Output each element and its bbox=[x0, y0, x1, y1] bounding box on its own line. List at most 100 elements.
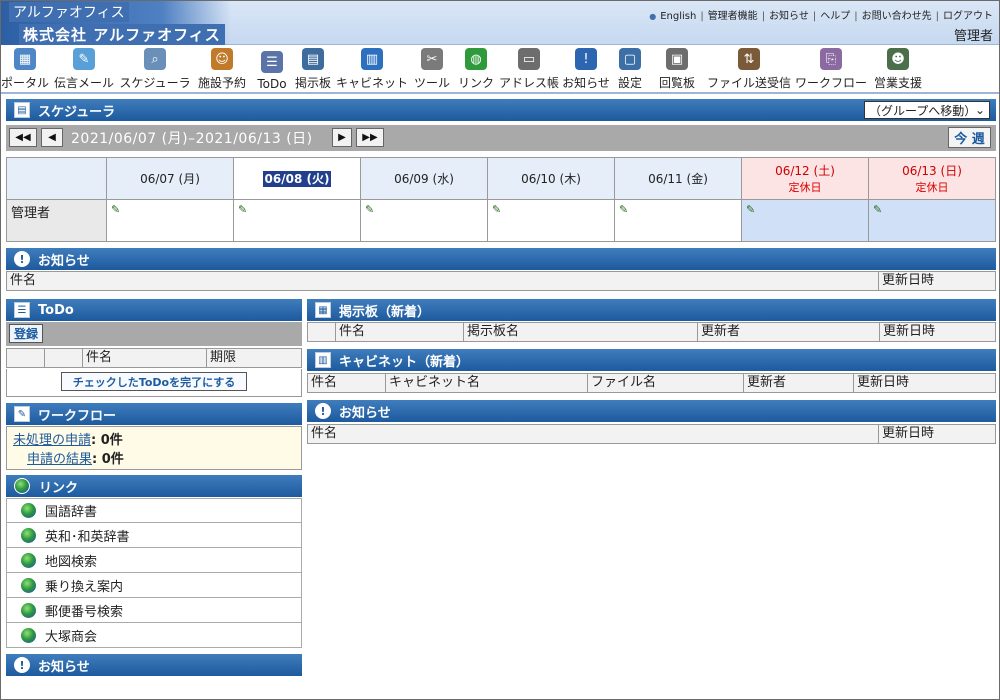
toolbar-item[interactable]: ▥ キャビネット bbox=[335, 46, 409, 94]
pencil-icon[interactable]: ✎ bbox=[619, 203, 631, 216]
group-select[interactable]: （グループへ移動） ⌄ bbox=[864, 101, 990, 119]
toolbar-item[interactable]: ▣ 回覧板 bbox=[649, 46, 705, 94]
next-week-button[interactable]: ▶▶ bbox=[356, 128, 384, 147]
day-date: 06/09 (水) bbox=[394, 172, 454, 186]
link-english[interactable]: English bbox=[660, 11, 696, 22]
globe-icon bbox=[21, 527, 36, 543]
day-header[interactable]: 06/07 (月) bbox=[106, 157, 234, 200]
memo-pen-icon: ✎ bbox=[73, 48, 95, 70]
toolbar-item[interactable]: ▤ 掲示板 bbox=[291, 46, 335, 94]
link-item[interactable]: 地図検索 bbox=[6, 548, 302, 573]
company-name: 株式会社 アルファオフィス bbox=[19, 24, 225, 45]
notice-bottom-header: ! お知らせ bbox=[6, 654, 302, 676]
board-header: ▦ 掲示板（新着） bbox=[307, 299, 996, 321]
todo-header: ☰ ToDo bbox=[6, 299, 302, 321]
scheduler-header: ▤ スケジューラ bbox=[6, 99, 996, 121]
schedule-cell[interactable]: ✎ bbox=[741, 199, 869, 242]
toolbar-item[interactable]: ⇅ ファイル送受信 bbox=[705, 46, 793, 94]
schedule-corner bbox=[6, 157, 107, 200]
toolbar-item[interactable]: ◍ リンク bbox=[455, 46, 497, 94]
toolbar-item-label: 設定 bbox=[617, 76, 642, 90]
board-icon: ▤ bbox=[302, 48, 324, 70]
toolbar-item-label: 掲示板 bbox=[294, 76, 331, 90]
link-item[interactable]: 郵便番号検索 bbox=[6, 598, 302, 623]
link-item[interactable]: 乗り換え案内 bbox=[6, 573, 302, 598]
schedule-cell[interactable]: ✎ bbox=[360, 199, 488, 242]
toolbar-item[interactable]: ⎘ ワークフロー bbox=[793, 46, 869, 94]
result-count: : 0件 bbox=[92, 452, 124, 467]
day-header[interactable]: 06/11 (金) bbox=[614, 157, 742, 200]
globe-icon: ◍ bbox=[465, 48, 487, 70]
link-item-label: 大塚商会 bbox=[45, 629, 98, 645]
day-header[interactable]: 06/10 (木) bbox=[487, 157, 615, 200]
notice-right-title: お知らせ bbox=[339, 405, 391, 421]
prev-week-button[interactable]: ◀◀ bbox=[9, 128, 37, 147]
day-header[interactable]: 06/12 (土) 定休日 bbox=[741, 157, 869, 200]
pencil-icon[interactable]: ✎ bbox=[365, 203, 377, 216]
link-item[interactable]: 大塚商会 bbox=[6, 623, 302, 648]
col-icon bbox=[308, 323, 336, 341]
schedule-cell[interactable]: ✎ bbox=[614, 199, 742, 242]
day-header[interactable]: 06/13 (日) 定休日 bbox=[868, 157, 996, 200]
toolbar-item[interactable]: ☻ 営業支援 bbox=[869, 46, 927, 94]
next-day-button[interactable]: ▶ bbox=[332, 128, 352, 147]
link-item[interactable]: 国語辞書 bbox=[6, 498, 302, 523]
link-contact[interactable]: お問い合わせ先 bbox=[862, 11, 932, 22]
group-select-value: （グループへ移動） bbox=[869, 103, 977, 118]
day-date: 06/07 (月) bbox=[140, 172, 200, 186]
toolbar-item[interactable]: ▢ 設定 bbox=[611, 46, 649, 94]
links-title: リンク bbox=[39, 480, 79, 496]
schedule-cell[interactable]: ✎ bbox=[868, 199, 996, 242]
pencil-icon[interactable]: ✎ bbox=[238, 203, 250, 216]
info-icon: ! bbox=[14, 657, 30, 673]
day-date: 06/08 (火) bbox=[262, 171, 332, 187]
col-check bbox=[7, 349, 45, 367]
todo-title: ToDo bbox=[38, 302, 74, 318]
toolbar-item[interactable]: ⌕ スケジューラ bbox=[119, 46, 191, 94]
people-icon: ☺ bbox=[211, 48, 233, 70]
globe-icon bbox=[21, 602, 36, 618]
link-admin[interactable]: 管理者機能 bbox=[708, 11, 758, 22]
request-results-link[interactable]: 申請の結果 bbox=[27, 452, 92, 467]
toolbar-item-label: 施設予約 bbox=[197, 76, 246, 90]
link-logout[interactable]: ログアウト bbox=[943, 11, 993, 22]
toolbar-item[interactable]: ✎ 伝言メール bbox=[49, 46, 119, 94]
link-item[interactable]: 英和･和英辞書 bbox=[6, 523, 302, 548]
pencil-icon[interactable]: ✎ bbox=[746, 203, 758, 216]
toolbar-item[interactable]: ✂ ツール bbox=[409, 46, 455, 94]
pencil-icon[interactable]: ✎ bbox=[111, 203, 123, 216]
toolbar-item[interactable]: ▦ ポータル bbox=[1, 46, 49, 94]
toolbar-item[interactable]: ▭ アドレス帳 bbox=[497, 46, 561, 94]
toolbar-item-label: リンク bbox=[457, 76, 494, 90]
col-subject: 件名 bbox=[308, 425, 879, 443]
this-week-button[interactable]: 今 週 bbox=[948, 127, 991, 148]
col-board-name: 掲示板名 bbox=[464, 323, 698, 341]
calendar-icon: ▦ bbox=[14, 48, 36, 70]
search-schedule-icon: ⌕ bbox=[144, 48, 166, 70]
toolbar-item[interactable]: ☺ 施設予約 bbox=[191, 46, 253, 94]
pencil-icon[interactable]: ✎ bbox=[873, 203, 885, 216]
day-header[interactable]: 06/08 (火) bbox=[233, 157, 361, 200]
day-header[interactable]: 06/09 (水) bbox=[360, 157, 488, 200]
date-range: 2021/06/07 (月)–2021/06/13 (日) bbox=[71, 131, 313, 147]
pending-requests-link[interactable]: 未処理の申請 bbox=[13, 433, 91, 448]
schedule-cell[interactable]: ✎ bbox=[487, 199, 615, 242]
workflow-header: ✎ ワークフロー bbox=[6, 403, 302, 425]
info-icon: ! bbox=[14, 251, 30, 267]
cabinet-icon: ▥ bbox=[315, 352, 331, 368]
toolbar-item[interactable]: ! お知らせ bbox=[561, 46, 611, 94]
schedule-cell[interactable]: ✎ bbox=[233, 199, 361, 242]
link-help[interactable]: ヘルプ bbox=[820, 11, 850, 22]
current-user: 管理者 bbox=[953, 29, 993, 44]
complete-todo-button[interactable]: チェックしたToDoを完了にする bbox=[61, 372, 247, 391]
toolbar-item-label: アドレス帳 bbox=[498, 76, 559, 90]
prev-day-button[interactable]: ◀ bbox=[41, 128, 63, 147]
link-notice[interactable]: お知らせ bbox=[769, 11, 809, 22]
pencil-icon[interactable]: ✎ bbox=[492, 203, 504, 216]
toolbar-item-label: ファイル送受信 bbox=[706, 76, 791, 90]
col-subject: 件名 bbox=[308, 374, 386, 392]
schedule-cell[interactable]: ✎ bbox=[106, 199, 234, 242]
toolbar-item[interactable]: ☰ ToDo bbox=[253, 46, 291, 94]
schedule-member-row: 管理者 ✎ ✎ ✎ ✎ ✎ ✎ ✎ bbox=[6, 199, 996, 242]
todo-register-button[interactable]: 登録 bbox=[9, 324, 43, 343]
